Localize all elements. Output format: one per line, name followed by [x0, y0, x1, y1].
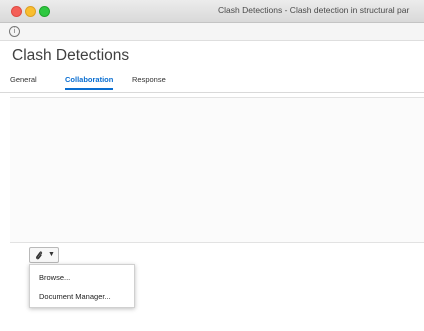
page-title: Clash Detections: [12, 47, 130, 64]
close-window-button[interactable]: [11, 6, 22, 17]
attach-menu-button[interactable]: ▼: [29, 247, 59, 263]
collaboration-content-panel: [10, 97, 424, 243]
paperclip-icon: [36, 251, 43, 260]
menu-item-document-manager[interactable]: Document Manager...: [39, 292, 111, 301]
minimize-window-button[interactable]: [25, 6, 36, 17]
window-title: Clash Detections - Clash detection in st…: [218, 5, 410, 15]
info-bar: i: [0, 23, 424, 41]
tab-divider: [0, 92, 424, 93]
info-icon[interactable]: i: [9, 26, 20, 37]
window-titlebar: Clash Detections - Clash detection in st…: [0, 0, 424, 23]
tab-general[interactable]: General: [10, 75, 37, 88]
attach-dropdown-menu: Browse... Document Manager...: [29, 264, 135, 308]
tab-response[interactable]: Response: [132, 75, 166, 88]
caret-down-icon: ▼: [48, 251, 55, 258]
maximize-window-button[interactable]: [39, 6, 50, 17]
menu-item-browse[interactable]: Browse...: [39, 273, 70, 282]
tab-collaboration[interactable]: Collaboration: [65, 75, 114, 90]
